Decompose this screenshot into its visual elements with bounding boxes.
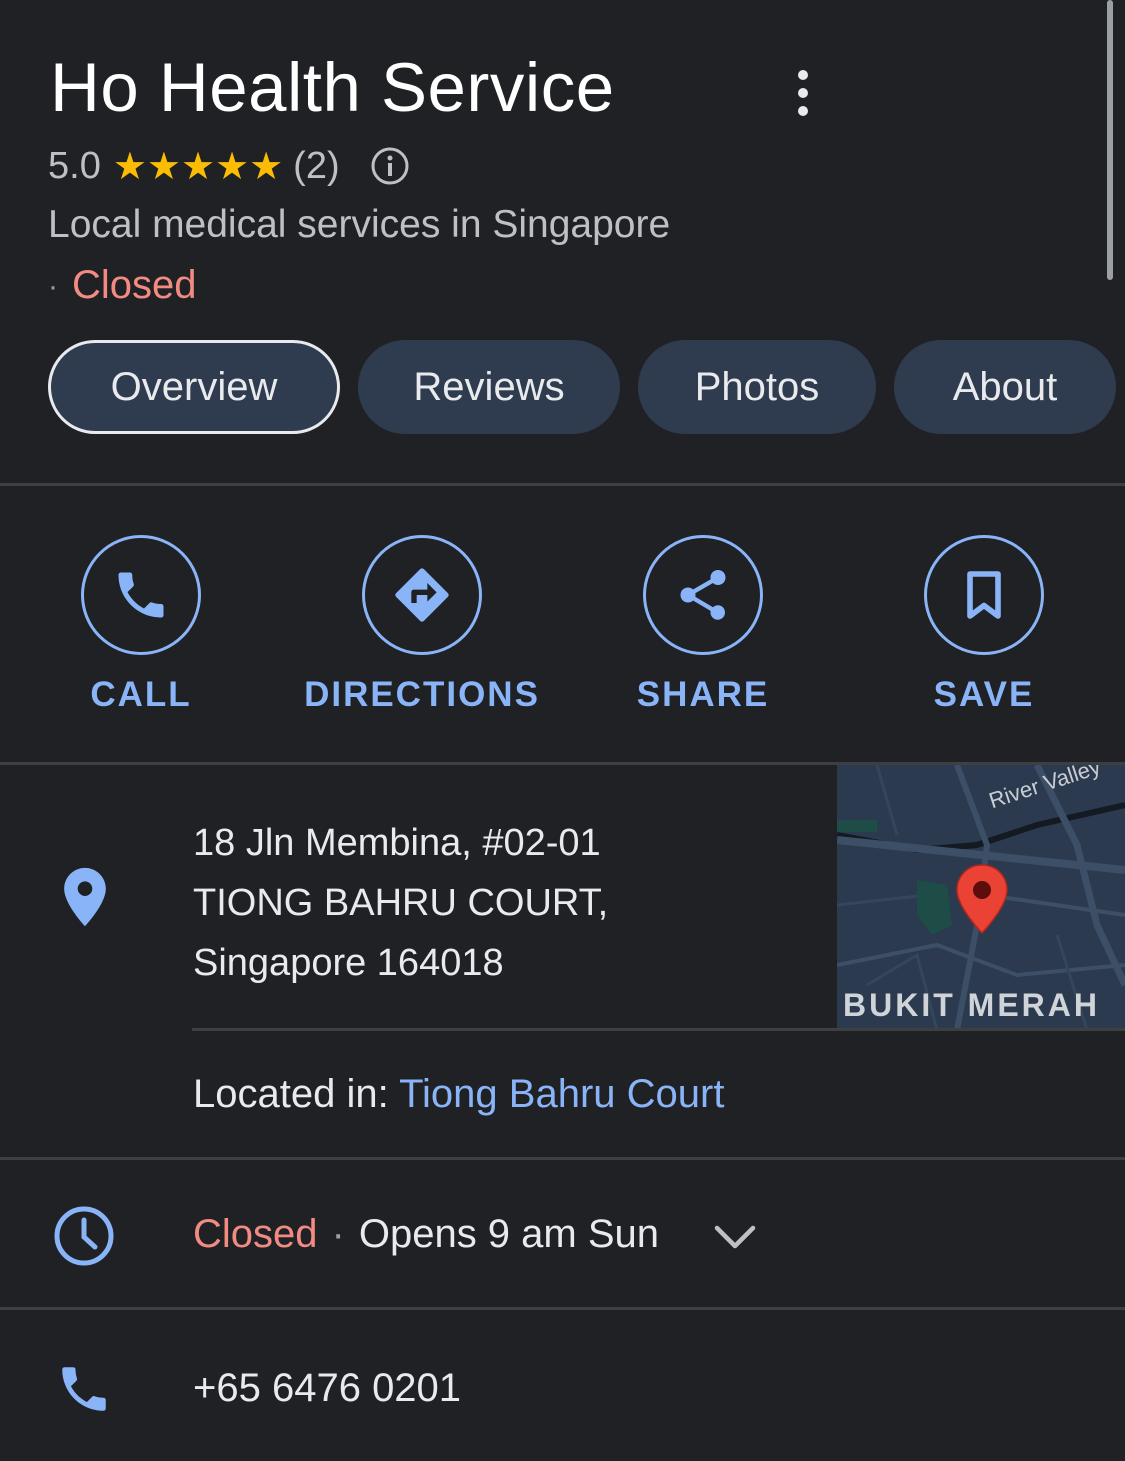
separator-dot: ·: [48, 270, 58, 304]
directions-icon: [395, 568, 449, 622]
located-in: Located in: Tiong Bahru Court: [193, 1072, 724, 1117]
star-rating: ★★★★★: [112, 145, 284, 188]
open-status: · Closed: [48, 263, 197, 308]
review-count[interactable]: (2): [293, 145, 339, 188]
chevron-down-icon[interactable]: [713, 1220, 757, 1252]
tab-overview[interactable]: Overview: [48, 340, 340, 434]
address[interactable]: 18 Jln Membina, #02-01 TIONG BAHRU COURT…: [193, 813, 608, 993]
save-circle[interactable]: [924, 535, 1044, 655]
phone-icon: [62, 1367, 106, 1411]
address-line-2: TIONG BAHRU COURT,: [193, 882, 609, 924]
rating-row: 5.0 ★★★★★ (2): [48, 143, 410, 189]
bookmark-icon: [967, 571, 1001, 619]
clock-icon: [54, 1206, 114, 1266]
directions-circle[interactable]: [362, 535, 482, 655]
located-in-link[interactable]: Tiong Bahru Court: [399, 1072, 724, 1116]
place-title: Ho Health Service: [50, 49, 615, 126]
directions-label: DIRECTIONS: [304, 675, 540, 714]
call-circle[interactable]: [81, 535, 201, 655]
directions-button[interactable]: DIRECTIONS: [282, 535, 562, 715]
tab-photos[interactable]: Photos: [638, 340, 876, 434]
divider: [192, 1028, 1125, 1031]
closed-status: Closed: [72, 263, 197, 307]
share-label: SHARE: [636, 675, 770, 714]
call-button[interactable]: CALL: [1, 535, 281, 715]
divider: [0, 1307, 1125, 1310]
rating-value: 5.0: [48, 144, 101, 187]
address-line-1: 18 Jln Membina, #02-01: [193, 822, 601, 864]
save-button[interactable]: SAVE: [844, 535, 1124, 715]
divider: [0, 1157, 1125, 1160]
hours-status: Closed: [193, 1212, 318, 1256]
location-pin-icon: [64, 867, 106, 927]
hours-next-open: Opens 9 am Sun: [358, 1212, 660, 1256]
phone-icon: [118, 572, 164, 618]
save-label: SAVE: [933, 675, 1035, 714]
located-in-prefix: Located in:: [193, 1072, 400, 1116]
share-icon: [680, 570, 726, 620]
tab-about[interactable]: About: [894, 340, 1116, 434]
map-label-area: BUKIT MERAH: [843, 987, 1100, 1023]
hours-row[interactable]: Closed · Opens 9 am Sun: [193, 1212, 659, 1257]
phone-number[interactable]: +65 6476 0201: [193, 1366, 461, 1411]
map-thumbnail[interactable]: River Valley BUKIT MERAH: [837, 765, 1125, 1030]
scrollbar[interactable]: [1107, 0, 1113, 280]
call-label: CALL: [90, 675, 192, 714]
address-line-3: Singapore 164018: [193, 942, 504, 984]
more-options-icon[interactable]: [788, 70, 818, 116]
place-category: Local medical services in Singapore: [48, 203, 671, 246]
tab-reviews[interactable]: Reviews: [358, 340, 620, 434]
hours-separator: ·: [331, 1212, 345, 1256]
info-icon[interactable]: [370, 146, 410, 186]
share-button[interactable]: SHARE: [563, 535, 843, 715]
share-circle[interactable]: [643, 535, 763, 655]
divider: [0, 483, 1125, 486]
